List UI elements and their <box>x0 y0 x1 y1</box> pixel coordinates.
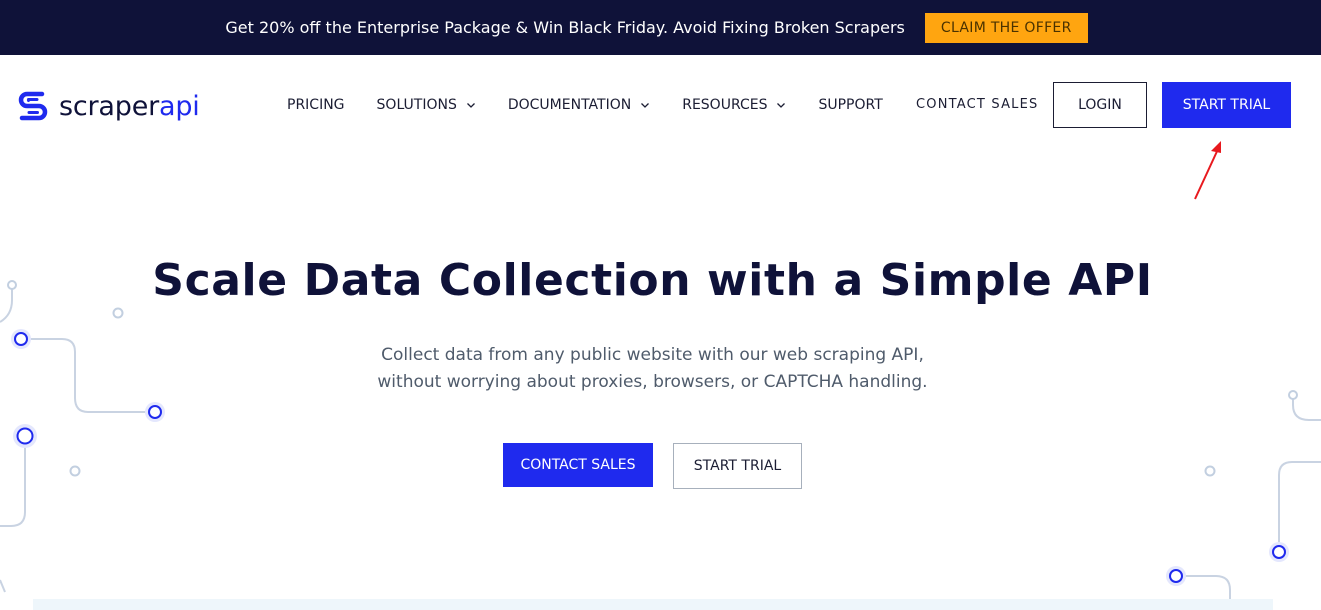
scraperapi-logo-icon <box>18 91 48 121</box>
nav-item-label: RESOURCES <box>682 97 768 113</box>
promo-banner: Get 20% off the Enterprise Package & Win… <box>0 0 1321 55</box>
promo-text: Get 20% off the Enterprise Package & Win… <box>225 18 905 37</box>
nav-item-support[interactable]: SUPPORT <box>818 97 882 113</box>
claim-offer-button[interactable]: CLAIM THE OFFER <box>924 12 1088 43</box>
login-button[interactable]: LOGIN <box>1053 82 1147 128</box>
hero-subtitle-line2: without worrying about proxies, browsers… <box>377 372 928 392</box>
nav-item-documentation[interactable]: DOCUMENTATION <box>508 97 650 113</box>
main-nav: scraperapi PRICING SOLUTIONS DOCUMENTATI… <box>0 55 1321 155</box>
annotation-arrow-icon <box>1194 141 1221 200</box>
nav-item-pricing[interactable]: PRICING <box>287 97 345 113</box>
contact-sales-link[interactable]: CONTACT SALES <box>916 97 1038 112</box>
nav-item-label: DOCUMENTATION <box>507 97 632 113</box>
nav-item-label: SUPPORT <box>818 97 883 113</box>
start-trial-button[interactable]: START TRIAL <box>1162 82 1291 128</box>
hero-start-trial-button[interactable]: START TRIAL <box>673 443 802 489</box>
nav-menu: PRICING SOLUTIONS DOCUMENTATION RESOURCE… <box>287 97 915 113</box>
brand-name: scraperapi <box>59 91 200 122</box>
nav-item-solutions[interactable]: SOLUTIONS <box>377 97 476 113</box>
nav-item-resources[interactable]: RESOURCES <box>682 97 786 113</box>
chevron-down-icon <box>466 103 475 108</box>
nav-item-label: PRICING <box>287 97 345 113</box>
hero-title: Scale Data Collection with a Simple API <box>152 255 1153 306</box>
brand-logo[interactable]: scraperapi <box>16 88 200 124</box>
content-panel-top <box>33 599 1273 610</box>
chevron-down-icon <box>777 103 786 108</box>
brand-name-part1: scraper <box>59 90 160 122</box>
hero-contact-sales-button[interactable]: CONTACT SALES <box>503 443 653 487</box>
brand-name-part2: api <box>159 90 200 122</box>
hero-subtitle: Collect data from any public website wit… <box>0 342 1305 396</box>
hero-subtitle-line1: Collect data from any public website wit… <box>381 345 924 365</box>
chevron-down-icon <box>641 103 650 108</box>
nav-item-label: SOLUTIONS <box>376 97 457 113</box>
